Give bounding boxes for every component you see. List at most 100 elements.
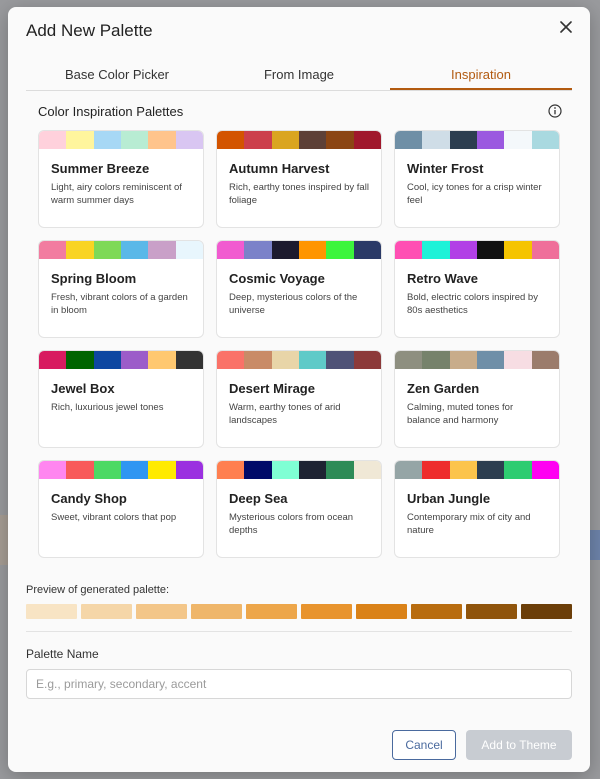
palette-card-name: Cosmic Voyage (229, 271, 325, 286)
color-swatch (531, 131, 559, 149)
preview-swatch (136, 604, 187, 619)
color-swatch (120, 351, 149, 369)
add-to-theme-button[interactable]: Add to Theme (466, 730, 572, 760)
palette-card-description: Calming, muted tones for balance and har… (407, 402, 514, 426)
palette-swatch-strip (217, 241, 381, 259)
palette-name-label: Palette Name (26, 647, 99, 661)
color-swatch (244, 131, 272, 149)
color-swatch (271, 351, 299, 369)
palette-card-description: Fresh, vibrant colors of a garden in blo… (51, 292, 188, 316)
palette-card-name: Candy Shop (51, 491, 127, 506)
palette-card[interactable]: Autumn Harvest Rich, earthy tones inspire… (216, 130, 382, 228)
palette-swatch-strip (39, 131, 203, 149)
palette-swatch-strip (395, 351, 559, 369)
palette-swatch-strip (395, 131, 559, 149)
palette-card-name: Urban Jungle (407, 491, 491, 506)
color-swatch (326, 351, 354, 369)
color-swatch (504, 241, 532, 259)
palette-card-description: Sweet, vibrant colors that pop (51, 512, 177, 523)
color-swatch (93, 461, 121, 479)
palette-source-tabs: Base Color Picker From Image Inspiration (26, 65, 572, 91)
palette-card-description: Warm, earthy tones of arid landscapes (229, 402, 341, 426)
color-swatch (449, 241, 477, 259)
color-swatch (271, 241, 299, 259)
tab-base-color-picker[interactable]: Base Color Picker (26, 65, 208, 90)
preview-swatches (26, 604, 572, 619)
color-swatch (395, 461, 423, 479)
palette-card-description: Contemporary mix of city and nature (407, 512, 531, 536)
color-swatch (66, 131, 94, 149)
color-swatch (476, 461, 505, 479)
close-button[interactable] (556, 17, 576, 37)
color-swatch (476, 351, 505, 369)
color-swatch (175, 461, 203, 479)
color-swatch (395, 351, 423, 369)
preview-swatch (191, 604, 242, 619)
palette-card[interactable]: Candy Shop Sweet, vibrant colors that pop (38, 460, 204, 558)
color-swatch (244, 461, 272, 479)
add-palette-dialog: Add New Palette Base Color Picker From I… (8, 7, 590, 772)
palette-card[interactable]: Cosmic Voyage Deep, mysterious colors of … (216, 240, 382, 338)
color-swatch (39, 241, 67, 259)
palette-card-name: Zen Garden (407, 381, 480, 396)
palette-card-description: Light, airy colors reminiscent of warm s… (51, 182, 182, 206)
color-swatch (449, 351, 477, 369)
background-fragment (590, 530, 600, 560)
color-swatch (175, 241, 203, 259)
palette-swatch-strip (395, 241, 559, 259)
preview-swatch (466, 604, 517, 619)
color-swatch (39, 351, 67, 369)
color-swatch (217, 351, 245, 369)
color-swatch (148, 241, 176, 259)
color-swatch (298, 351, 327, 369)
color-swatch (120, 131, 149, 149)
palette-swatch-strip (217, 131, 381, 149)
tab-inspiration[interactable]: Inspiration (390, 65, 572, 90)
color-swatch (476, 241, 505, 259)
palette-card[interactable]: Urban Jungle Contemporary mix of city and… (394, 460, 560, 558)
color-swatch (326, 461, 354, 479)
color-swatch (298, 461, 327, 479)
palette-name-input[interactable] (26, 669, 572, 699)
color-swatch (422, 131, 450, 149)
color-swatch (531, 351, 559, 369)
palette-card-description: Mysterious colors from ocean depths (229, 512, 354, 536)
color-swatch (422, 461, 450, 479)
palette-swatch-strip (39, 461, 203, 479)
color-swatch (395, 131, 423, 149)
color-swatch (148, 131, 176, 149)
color-swatch (93, 131, 121, 149)
color-swatch (244, 351, 272, 369)
palette-card[interactable]: Deep Sea Mysterious colors from ocean dep… (216, 460, 382, 558)
preview-label: Preview of generated palette: (26, 584, 170, 596)
color-swatch (120, 241, 149, 259)
palette-card-description: Cool, icy tones for a crisp winter feel (407, 182, 542, 206)
palette-card[interactable]: Spring Bloom Fresh, vibrant colors of a g… (38, 240, 204, 338)
palette-card[interactable]: Zen Garden Calming, muted tones for balan… (394, 350, 560, 448)
color-swatch (271, 461, 299, 479)
tab-from-image[interactable]: From Image (208, 65, 390, 90)
palette-card-name: Autumn Harvest (229, 161, 330, 176)
palette-card[interactable]: Retro Wave Bold, electric colors inspired… (394, 240, 560, 338)
palette-swatch-strip (39, 351, 203, 369)
info-icon[interactable] (548, 104, 562, 118)
palette-card-description: Bold, electric colors inspired by 80s ae… (407, 292, 538, 316)
palette-card-description: Rich, earthy tones inspired by fall foli… (229, 182, 369, 206)
palette-card[interactable]: Desert Mirage Warm, earthy tones of arid … (216, 350, 382, 448)
palette-card[interactable]: Summer Breeze Light, airy colors reminisc… (38, 130, 204, 228)
cancel-button[interactable]: Cancel (392, 730, 456, 760)
palette-card-name: Deep Sea (229, 491, 288, 506)
color-swatch (422, 351, 450, 369)
palette-swatch-strip (217, 351, 381, 369)
background-fragment (0, 515, 8, 565)
preview-swatch (411, 604, 462, 619)
palette-grid: Summer Breeze Light, airy colors reminisc… (38, 130, 560, 558)
preview-swatch (521, 604, 572, 619)
palette-card[interactable]: Jewel Box Rich, luxurious jewel tones (38, 350, 204, 448)
color-swatch (39, 131, 67, 149)
palette-card[interactable]: Winter Frost Cool, icy tones for a crisp … (394, 130, 560, 228)
palette-swatch-strip (217, 461, 381, 479)
color-swatch (504, 461, 532, 479)
preview-swatch (81, 604, 132, 619)
color-swatch (298, 241, 327, 259)
